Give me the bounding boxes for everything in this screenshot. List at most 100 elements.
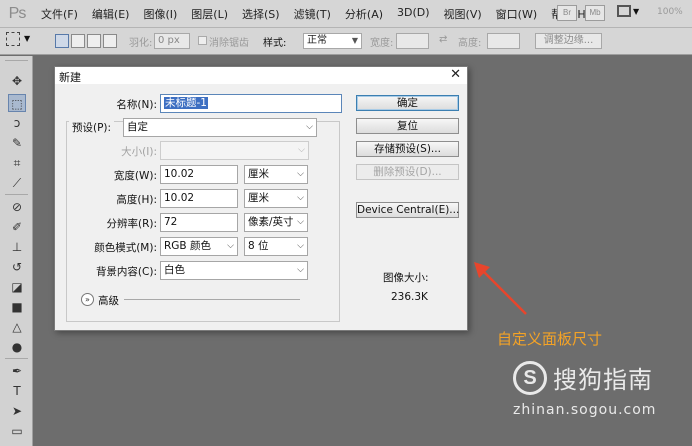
resolution-unit-select[interactable]: 像素/英寸 ⌵	[244, 213, 308, 232]
name-label: 名称(N):	[116, 99, 157, 111]
path-selection-tool-icon[interactable]: ➤	[8, 402, 26, 420]
gradient-tool-icon[interactable]: ■	[8, 298, 26, 316]
width-label: 宽度:	[370, 38, 394, 49]
rectangle-shape-tool-icon[interactable]: ▭	[8, 422, 26, 440]
annotation-arrow-icon	[474, 262, 527, 315]
healing-brush-tool-icon[interactable]: ⊘	[8, 198, 26, 216]
antialias-label: 消除锯齿	[209, 38, 249, 49]
menu-item[interactable]: 图层(L)	[184, 6, 235, 22]
resolution-label: 分辨率(R):	[106, 218, 157, 230]
type-tool-icon[interactable]: T	[8, 382, 26, 400]
tools-panel: ✥ ⬚ ↄ ✎ ⌗ ⟋ ⊘ ✐ ⊥ ↺ ◪ ■ △ ● ✒ T ➤ ▭	[0, 56, 33, 446]
menu-item[interactable]: 图像(I)	[136, 6, 184, 22]
color-mode-label: 颜色模式(M):	[94, 242, 157, 254]
width-input[interactable]	[396, 33, 429, 49]
refine-edge-button[interactable]: 调整边缘...	[535, 33, 602, 49]
history-brush-tool-icon[interactable]: ↺	[8, 258, 26, 276]
new-selection-button[interactable]	[55, 34, 69, 48]
height-label: 高度(H):	[116, 194, 157, 206]
chevron-down-icon: ⌵	[297, 193, 304, 203]
width-unit-select[interactable]: 厘米 ⌵	[244, 165, 308, 184]
preset-value: 自定	[127, 121, 148, 133]
marquee-tool-icon[interactable]	[6, 32, 20, 46]
annotation-text: 自定义面板尺寸	[497, 330, 603, 348]
move-tool-icon[interactable]: ✥	[8, 72, 26, 90]
resolution-unit-value: 像素/英寸	[248, 216, 294, 228]
height-unit-select[interactable]: 厘米 ⌵	[244, 189, 308, 208]
name-value: 未标题-1	[164, 97, 208, 109]
bit-depth-select[interactable]: 8 位 ⌵	[244, 237, 308, 256]
ok-button[interactable]: 确定	[356, 95, 459, 111]
add-selection-button[interactable]	[71, 34, 85, 48]
rectangular-marquee-tool-icon[interactable]: ⬚	[8, 94, 26, 112]
delete-preset-button: 删除预设(D)...	[356, 164, 459, 180]
quick-selection-tool-icon[interactable]: ✎	[8, 134, 26, 152]
mini-bridge-button[interactable]: Mb	[585, 5, 605, 21]
watermark-url: zhinan.sogou.com	[513, 402, 657, 418]
antialias-checkbox[interactable]	[198, 36, 207, 45]
menu-item[interactable]: 编辑(E)	[85, 6, 137, 22]
name-input[interactable]: 未标题-1	[160, 94, 342, 113]
panel-grip	[5, 60, 28, 61]
preset-label: 预设(P):	[69, 120, 115, 135]
chevron-down-icon: ⌵	[297, 241, 304, 251]
sogou-logo-icon: S	[513, 360, 547, 395]
close-icon[interactable]: ✕	[450, 67, 461, 82]
bit-depth-value: 8 位	[248, 240, 269, 252]
chevron-down-icon: ⌵	[298, 145, 305, 155]
menu-item[interactable]: 选择(S)	[235, 6, 287, 22]
menu-item[interactable]: 滤镜(T)	[287, 6, 338, 22]
eyedropper-tool-icon[interactable]: ⟋	[8, 174, 26, 192]
image-size-label: 图像大小:	[383, 272, 429, 284]
pen-tool-icon[interactable]: ✒	[8, 362, 26, 380]
feather-label: 羽化:	[129, 38, 153, 49]
image-size-value: 236.3K	[391, 291, 428, 303]
color-mode-select[interactable]: RGB 颜色 ⌵	[160, 237, 238, 256]
menu-item[interactable]: 3D(D)	[390, 6, 437, 22]
menu-item[interactable]: 视图(V)	[437, 6, 489, 22]
height-input[interactable]	[487, 33, 520, 49]
resolution-input[interactable]: 72	[160, 213, 238, 232]
chevron-down-icon: ⌵	[297, 169, 304, 179]
zoom-level[interactable]: 100%	[657, 7, 683, 17]
crop-tool-icon[interactable]: ⌗	[8, 154, 26, 172]
reset-button[interactable]: 复位	[356, 118, 459, 134]
chevron-down-icon: ⌵	[227, 241, 234, 251]
menu-item[interactable]: 窗口(W)	[489, 6, 544, 22]
chevron-down-icon: ▼	[633, 6, 640, 16]
advanced-label: 高级	[98, 295, 119, 307]
background-select[interactable]: 白色 ⌵	[160, 261, 308, 280]
height-input[interactable]: 10.02	[160, 189, 238, 208]
width-input[interactable]: 10.02	[160, 165, 238, 184]
chevron-down-icon[interactable]: ▼	[24, 34, 30, 43]
chevron-down-icon: ▼	[351, 36, 358, 45]
dialog-title: 新建	[59, 71, 81, 84]
dialog-titlebar: 新建 ✕	[55, 67, 467, 84]
width-unit-value: 厘米	[248, 168, 269, 180]
dodge-tool-icon[interactable]: ●	[8, 338, 26, 356]
preset-select[interactable]: 自定 ⌵	[123, 118, 317, 137]
intersect-selection-button[interactable]	[103, 34, 117, 48]
swap-icon[interactable]: ⇄	[439, 34, 447, 45]
bridge-button[interactable]: Br	[557, 5, 577, 21]
screen-mode-button[interactable]: ▼	[617, 5, 639, 17]
blur-tool-icon[interactable]: △	[8, 318, 26, 336]
chevron-down-icon: ⌵	[297, 265, 304, 275]
eraser-tool-icon[interactable]: ◪	[8, 278, 26, 296]
feather-input[interactable]: 0 px	[154, 33, 190, 49]
style-select[interactable]: 正常 ▼	[303, 33, 362, 49]
menu-items: 文件(F) 编辑(E) 图像(I) 图层(L) 选择(S) 滤镜(T) 分析(A) 3D(D)…	[34, 6, 597, 22]
brush-tool-icon[interactable]: ✐	[8, 218, 26, 236]
menu-item[interactable]: 文件(F)	[34, 6, 85, 22]
subtract-selection-button[interactable]	[87, 34, 101, 48]
device-central-button[interactable]: Device Central(E)...	[356, 202, 459, 218]
style-label: 样式:	[263, 38, 287, 49]
size-label: 大小(I):	[121, 146, 157, 158]
clone-stamp-tool-icon[interactable]: ⊥	[8, 238, 26, 256]
style-value: 正常	[307, 35, 327, 46]
menu-item[interactable]: 分析(A)	[338, 6, 390, 22]
save-preset-button[interactable]: 存储预设(S)...	[356, 141, 459, 157]
expand-advanced-icon[interactable]: »	[81, 293, 94, 306]
lasso-tool-icon[interactable]: ↄ	[8, 114, 26, 132]
background-label: 背景内容(C):	[95, 266, 157, 278]
